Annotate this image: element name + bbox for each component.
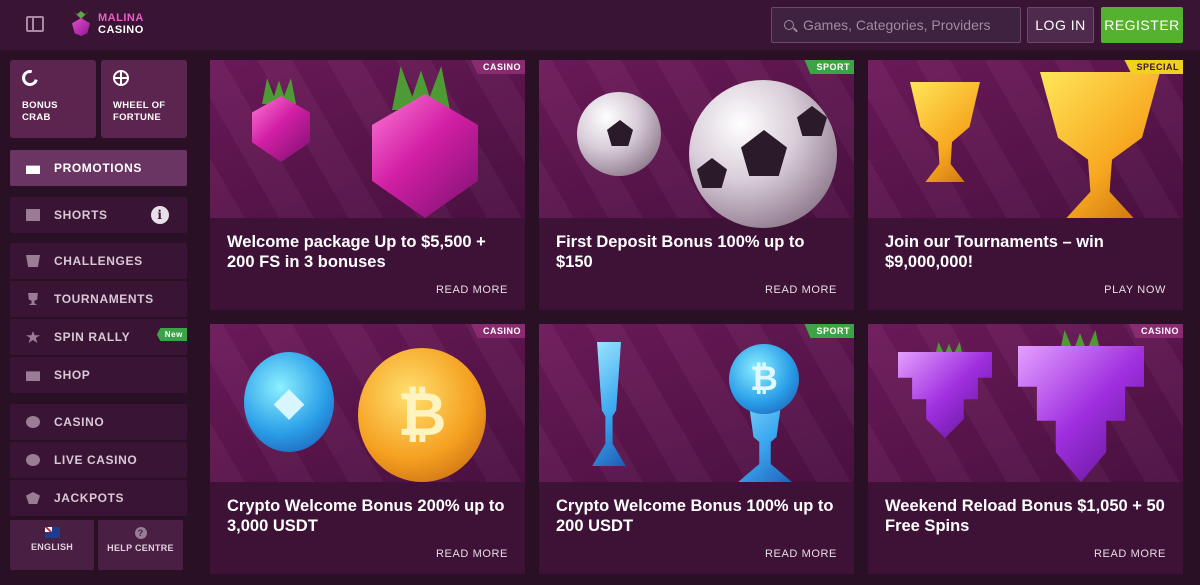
grape-icon: [898, 352, 992, 438]
raspberry-icon: [372, 94, 478, 218]
promo-card-first-deposit[interactable]: SPORT First Deposit Bonus 100% up to $15…: [539, 60, 854, 310]
help-icon: ?: [134, 527, 147, 539]
sidebar-item-label: PROMOTIONS: [54, 161, 143, 175]
category-tag: CASINO: [470, 324, 525, 338]
register-button[interactable]: REGISTER: [1101, 7, 1183, 43]
cherry-icon: [26, 416, 40, 428]
logo-line-2: CASINO: [98, 24, 144, 36]
promo-card-crypto-welcome[interactable]: ◆ ₿ CASINO Crypto Welcome Bonus 200% up …: [210, 324, 525, 574]
bitcoin-coin-icon: ₿: [729, 344, 799, 414]
sidebar-toggle-icon[interactable]: [26, 16, 44, 32]
sidebar-item-promotions[interactable]: PROMOTIONS: [10, 150, 187, 186]
bitcoin-coin-icon: ₿: [358, 348, 486, 482]
sidebar-item-spin-rally[interactable]: SPIN RALLY New: [10, 319, 187, 355]
gift-icon: [26, 165, 40, 174]
raspberry-icon: [252, 96, 310, 162]
promo-image: ₿: [539, 324, 854, 482]
sidebar-item-challenges[interactable]: CHALLENGES: [10, 243, 187, 279]
promo-title: Welcome package Up to $5,500 + 200 FS in…: [227, 233, 486, 271]
soccer-ball-icon: [577, 92, 661, 176]
category-tag: CASINO: [470, 60, 525, 74]
promo-title: Weekend Reload Bonus $1,050 + 50 Free Sp…: [885, 497, 1165, 535]
sidebar-item-shop[interactable]: SHOP: [10, 357, 187, 393]
promo-card-crypto-sport[interactable]: ₿ SPORT Crypto Welcome Bonus 100% up to …: [539, 324, 854, 574]
top-header: MALINA CASINO LOG IN REGISTER: [0, 0, 1200, 50]
play-now-link[interactable]: PLAY NOW: [1104, 284, 1166, 296]
sidebar-item-label: SHORTS: [54, 208, 108, 222]
promo-image: [539, 60, 854, 228]
spin-rally-icon: [26, 331, 40, 343]
sidebar-item-shorts[interactable]: SHORTS i: [10, 197, 187, 233]
promo-image: ◆ ₿: [210, 324, 525, 482]
trophy-icon: [910, 82, 980, 182]
ethereum-coin-icon: ◆: [244, 352, 334, 452]
promo-card-welcome-package[interactable]: CASINO Welcome package Up to $5,500 + 20…: [210, 60, 525, 310]
promo-title: Crypto Welcome Bonus 200% up to 3,000 US…: [227, 497, 505, 535]
trophy-icon: [28, 293, 38, 305]
ice-trophy-icon: [592, 342, 626, 466]
sidebar-item-jackpots[interactable]: JACKPOTS: [10, 480, 187, 516]
promo-title: First Deposit Bonus 100% up to $150: [556, 233, 805, 271]
australia-flag-icon: [44, 527, 60, 538]
crab-icon: [19, 67, 41, 89]
sidebar-item-label: LIVE CASINO: [54, 453, 138, 467]
promo-image: [868, 324, 1183, 482]
read-more-link[interactable]: READ MORE: [436, 284, 508, 296]
tile-wheel-of-fortune[interactable]: WHEEL OF FORTUNE: [101, 60, 187, 138]
language-label: ENGLISH: [30, 542, 74, 552]
chip-icon: [26, 454, 40, 466]
tile-label: WHEEL OF FORTUNE: [113, 100, 166, 123]
promo-card-weekend-reload[interactable]: CASINO Weekend Reload Bonus $1,050 + 50 …: [868, 324, 1183, 574]
help-centre-button[interactable]: ? HELP CENTRE: [98, 520, 183, 570]
tile-bonus-crab[interactable]: BONUS CRAB: [10, 60, 96, 138]
logo-line-1: MALINA: [98, 12, 144, 24]
grape-icon: [1018, 346, 1144, 482]
promo-title: Join our Tournaments – win $9,000,000!: [885, 233, 1104, 271]
login-button[interactable]: LOG IN: [1027, 7, 1094, 43]
soccer-ball-icon: [689, 80, 837, 228]
read-more-link[interactable]: READ MORE: [1094, 548, 1166, 560]
sidebar-item-casino[interactable]: CASINO: [10, 404, 187, 440]
info-icon[interactable]: i: [151, 206, 169, 224]
sidebar-item-label: CHALLENGES: [54, 254, 143, 268]
jackpot-icon: [26, 492, 40, 504]
read-more-link[interactable]: READ MORE: [765, 548, 837, 560]
wheel-icon: [113, 70, 129, 86]
shop-icon: [26, 371, 40, 381]
promo-image: [868, 60, 1183, 218]
language-button[interactable]: ENGLISH: [10, 520, 94, 570]
challenge-icon: [26, 255, 40, 267]
category-tag: CASINO: [1128, 324, 1183, 338]
category-tag: SPORT: [804, 324, 854, 338]
trophy-icon: [1040, 72, 1160, 218]
promo-image: [210, 60, 525, 218]
search-input[interactable]: [803, 17, 1003, 33]
read-more-link[interactable]: READ MORE: [436, 548, 508, 560]
promo-title: Crypto Welcome Bonus 100% up to 200 USDT: [556, 497, 834, 535]
video-icon: [26, 209, 40, 221]
sidebar: BONUS CRAB WHEEL OF FORTUNE PROMOTIONS S…: [0, 50, 196, 585]
tile-label: BONUS CRAB: [22, 100, 58, 123]
sidebar-item-label: TOURNAMENTS: [54, 292, 154, 306]
search-box[interactable]: [771, 7, 1021, 43]
read-more-link[interactable]: READ MORE: [765, 284, 837, 296]
sidebar-item-label: SPIN RALLY: [54, 330, 131, 344]
category-tag: SPECIAL: [1124, 60, 1183, 74]
search-icon: [784, 20, 794, 30]
promo-card-tournaments[interactable]: SPECIAL Join our Tournaments – win $9,00…: [868, 60, 1183, 310]
logo[interactable]: MALINA CASINO: [70, 11, 144, 37]
help-label: HELP CENTRE: [107, 543, 174, 553]
sidebar-item-label: SHOP: [54, 368, 91, 382]
new-badge: New: [156, 328, 187, 341]
sidebar-item-live-casino[interactable]: LIVE CASINO: [10, 442, 187, 478]
sidebar-item-tournaments[interactable]: TOURNAMENTS: [10, 281, 187, 317]
sidebar-item-label: CASINO: [54, 415, 105, 429]
category-tag: SPORT: [804, 60, 854, 74]
sidebar-item-label: JACKPOTS: [54, 491, 125, 505]
raspberry-logo-icon: [70, 11, 92, 37]
